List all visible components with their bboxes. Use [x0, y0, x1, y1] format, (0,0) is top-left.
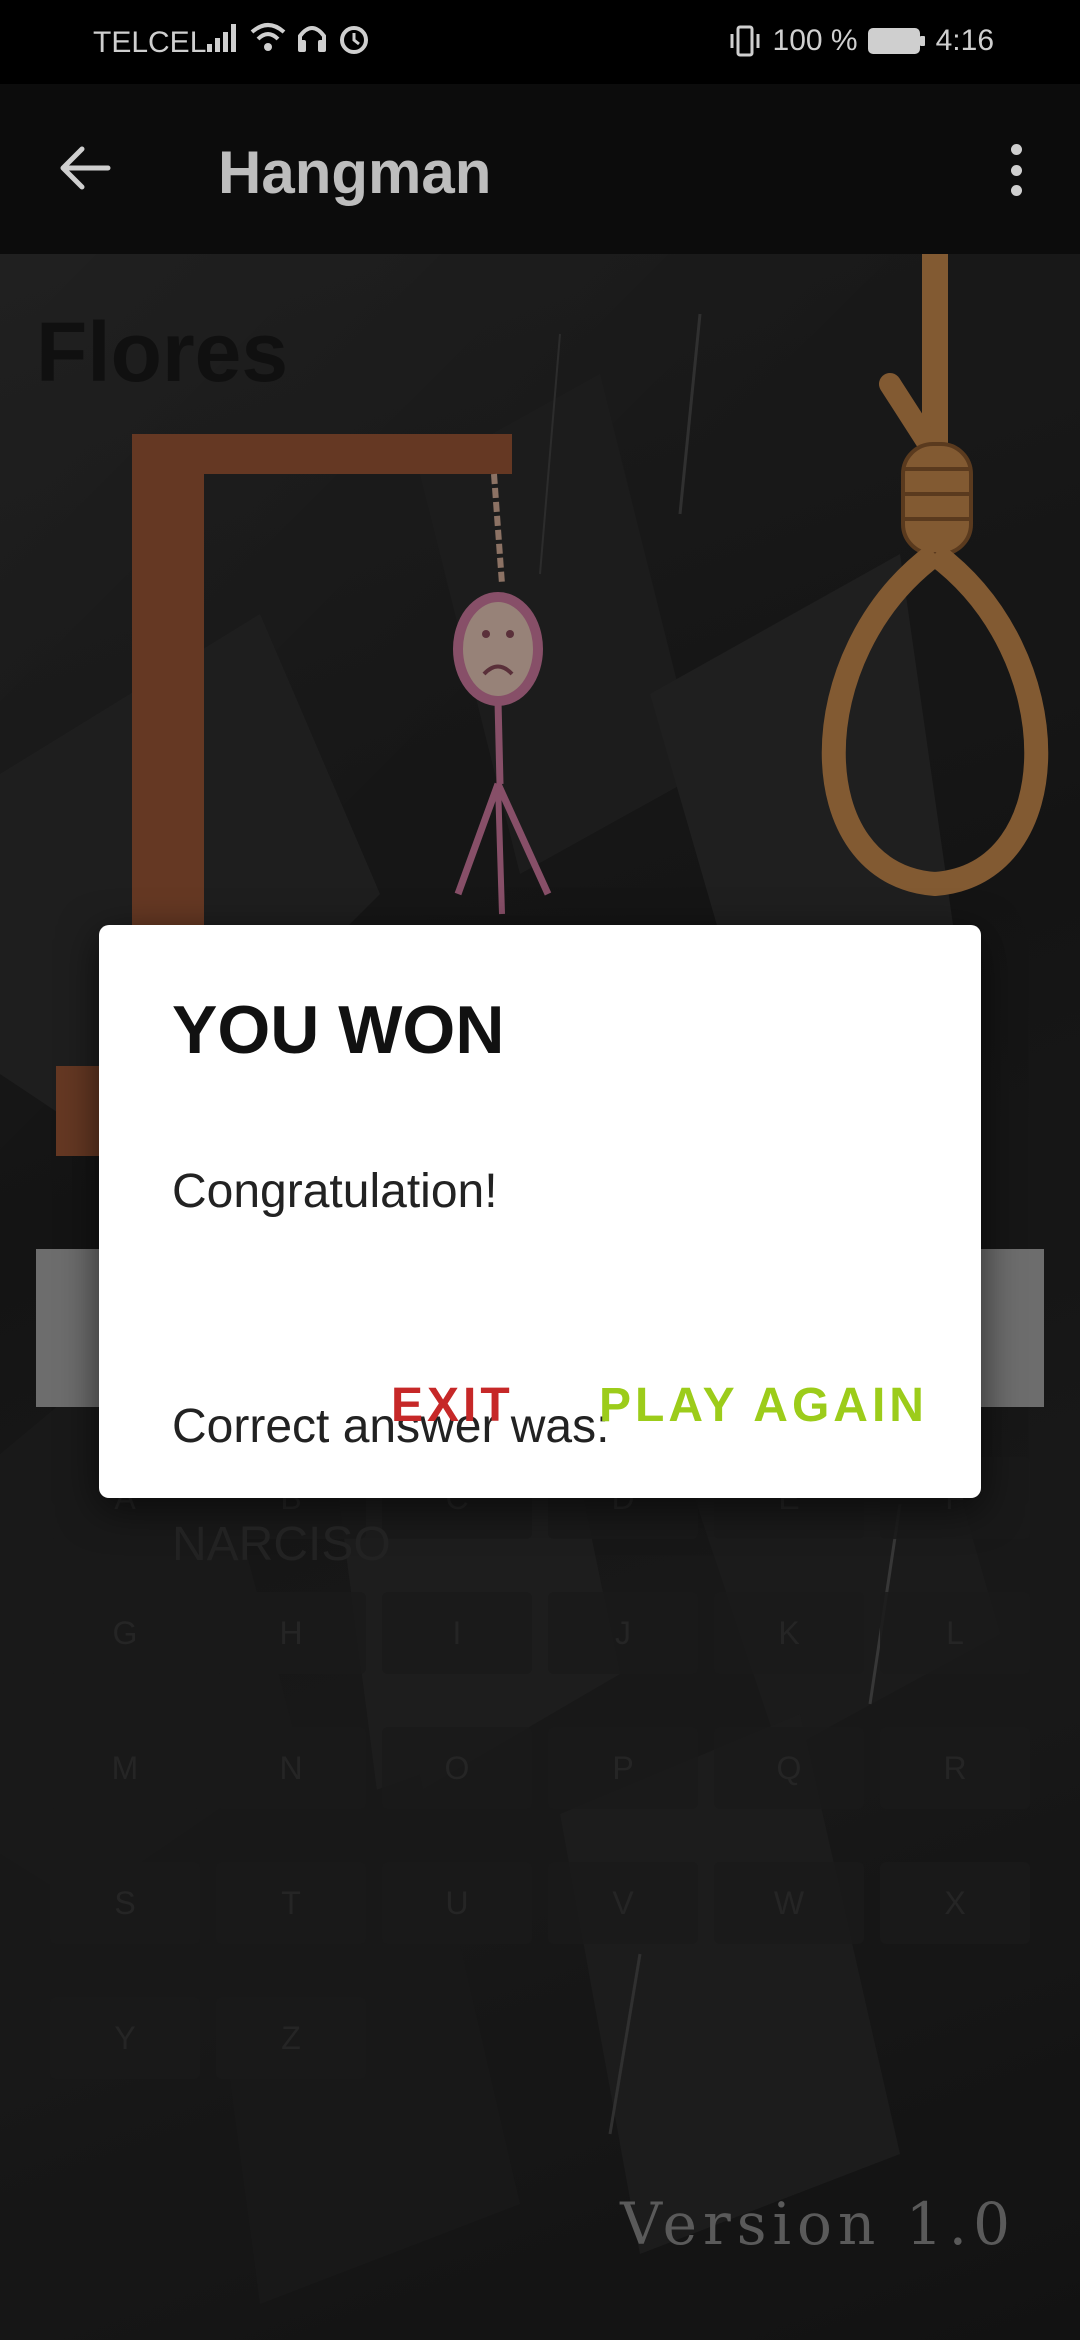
- more-vert-dot: [1010, 164, 1022, 176]
- battery-percent: 100 %: [772, 24, 858, 57]
- status-icons-right: 100 % 4:16: [727, 24, 994, 58]
- play-again-button[interactable]: PLAY AGAIN: [599, 1378, 928, 1433]
- more-vert-dot: [1010, 185, 1022, 196]
- back-arrow-icon: [60, 146, 111, 190]
- app-bar: Hangman: [0, 84, 1080, 254]
- back-button[interactable]: [48, 132, 120, 204]
- carrier-label: TELCEL: [93, 26, 207, 59]
- answer-word: NARCISO: [172, 1518, 391, 1572]
- overflow-menu-button[interactable]: [992, 138, 1040, 202]
- exit-button[interactable]: EXIT: [391, 1378, 514, 1433]
- status-bar: TELCEL 100 % 4:16: [0, 0, 1080, 84]
- signal-icon: [207, 24, 236, 52]
- congrats-text: Congratulation!: [172, 1165, 498, 1219]
- headset-icon: [298, 26, 326, 52]
- result-dialog: YOU WON Congratulation! Correct answer w…: [99, 925, 981, 1571]
- alarm-icon: [340, 26, 368, 54]
- dialog-title: YOU WON: [172, 992, 505, 1068]
- clock: 4:16: [935, 24, 994, 57]
- dialog-message: Congratulation! Correct answer was: NARC…: [172, 1103, 609, 1633]
- vibrate-icon: [730, 25, 760, 57]
- dialog-actions: EXIT PLAY AGAIN: [99, 1378, 981, 1448]
- wifi-icon: [250, 23, 286, 51]
- status-icons-left: [205, 20, 371, 56]
- more-vert-icon: [1010, 144, 1022, 155]
- battery-icon: [867, 28, 925, 54]
- app-title: Hangman: [218, 139, 492, 206]
